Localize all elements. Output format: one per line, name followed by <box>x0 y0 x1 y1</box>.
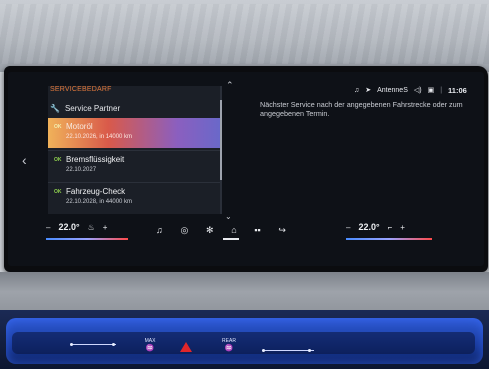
climate-left: – 22.0° ♨ + <box>46 222 107 232</box>
status-divider: | <box>440 86 443 94</box>
ok-badge: OK <box>54 157 62 163</box>
panel-collapse-icon[interactable]: ⌃ <box>226 80 234 91</box>
service-partner-button[interactable]: 🔧 Service Partner <box>50 100 220 116</box>
home-active-indicator <box>223 238 239 240</box>
right-slider-track[interactable] <box>264 350 314 351</box>
climate-right: – 22.0° ⌐ + <box>346 222 405 232</box>
phone-icon[interactable]: ↪ <box>278 225 286 236</box>
section-title: SERVICEBEDARF <box>50 86 112 93</box>
left-slider-track[interactable] <box>72 344 116 345</box>
service-item-subtitle: 22.10.2026, in 14000 km <box>66 134 133 140</box>
radio-station[interactable]: AntenneS <box>377 87 408 94</box>
temp-right-increase-button[interactable]: + <box>400 223 405 232</box>
clock: 11:06 <box>448 85 467 95</box>
defrost-icon: ♒ <box>145 345 155 352</box>
service-partner-label: Service Partner <box>64 103 121 113</box>
navigation-icon[interactable]: ◎ <box>180 225 188 236</box>
max-defrost-button[interactable]: MAX ♒ <box>140 338 160 352</box>
location-icon: ➤ <box>365 87 372 94</box>
service-item-fahrzeug-check[interactable]: OK Fahrzeug-Check 22.10.2028, in 44000 k… <box>48 182 220 213</box>
ok-badge: OK <box>54 189 62 195</box>
temp-left-indicator <box>46 238 128 240</box>
music-icon[interactable]: ♫ <box>156 225 163 235</box>
seat-heat-left-icon[interactable]: ♨ <box>88 223 95 232</box>
notification-icon[interactable]: ♫ <box>354 87 359 94</box>
nav-bar: ♫ ◎ ✻ ⌂ ▪▪ ↪ <box>156 222 286 238</box>
right-slider-knob[interactable] <box>308 349 311 352</box>
list-scrollbar-thumb[interactable] <box>220 100 222 180</box>
temp-right-indicator <box>346 238 432 240</box>
right-slider-start <box>262 349 265 352</box>
ok-badge: OK <box>54 124 62 130</box>
dashboard-texture <box>0 4 489 64</box>
status-bar: ♫ ➤ AntenneS ◁) ▣ | 11:06 <box>354 84 467 96</box>
wrench-icon: 🔧 <box>50 103 60 113</box>
temp-left-decrease-button[interactable]: – <box>46 223 50 232</box>
back-chevron-icon[interactable]: ‹ <box>22 152 27 168</box>
fan-icon[interactable]: ✻ <box>206 225 214 236</box>
left-slider-start <box>70 343 73 346</box>
screen-icon[interactable]: ▣ <box>428 86 435 94</box>
rear-defrost-button[interactable]: REAR ♒ <box>218 338 240 352</box>
temp-right-value[interactable]: 22.0° <box>358 222 379 232</box>
infotainment-screen: ‹ SERVICEBEDARF 🔧 Service Partner OK Mot… <box>8 72 484 266</box>
scroll-down-icon[interactable]: ⌄ <box>225 212 232 221</box>
hazard-warning-button[interactable] <box>180 342 192 352</box>
volume-icon[interactable]: ◁) <box>414 86 422 94</box>
service-item-subtitle: 22.10.2028, in 44000 km <box>66 199 133 205</box>
service-item-subtitle: 22.10.2027 <box>66 167 97 173</box>
temp-left-value[interactable]: 22.0° <box>58 222 79 232</box>
service-item-title: Motoröl <box>66 122 93 131</box>
apps-icon[interactable]: ▪▪ <box>254 225 260 235</box>
left-slider-knob[interactable] <box>112 343 115 346</box>
temp-left-increase-button[interactable]: + <box>103 223 108 232</box>
service-item-motoroel[interactable]: OK Motoröl 22.10.2026, in 14000 km <box>48 118 220 148</box>
climate-control-strip <box>12 332 475 354</box>
seat-right-icon[interactable]: ⌐ <box>388 223 393 232</box>
service-item-title: Fahrzeug-Check <box>66 187 126 196</box>
home-icon[interactable]: ⌂ <box>231 225 236 235</box>
service-description: Nächster Service nach der angegebenen Fa… <box>260 100 463 118</box>
rear-defrost-icon: ♒ <box>224 345 234 352</box>
temp-right-decrease-button[interactable]: – <box>346 223 350 232</box>
service-item-bremsfluessigkeit[interactable]: OK Bremsflüssigkeit 22.10.2027 <box>48 150 220 181</box>
service-item-title: Bremsflüssigkeit <box>66 155 125 164</box>
